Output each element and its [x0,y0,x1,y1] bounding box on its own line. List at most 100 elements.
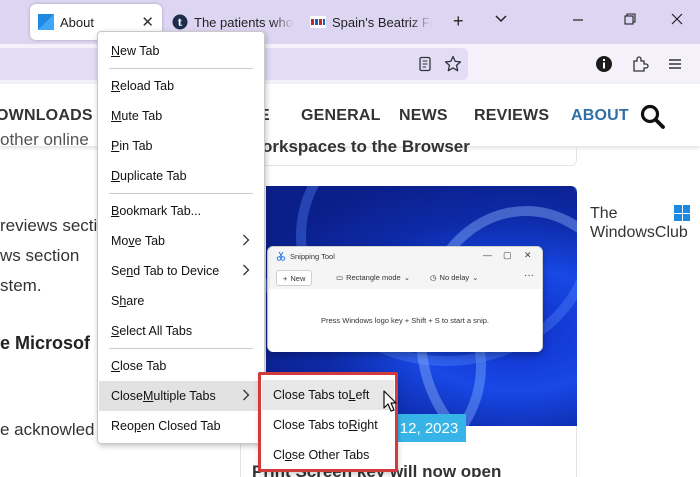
menu-item-move-tab[interactable]: Mo v e Tab [99,226,264,256]
snip-new-label: New [290,273,306,283]
snip-title: Snipping Tool [290,252,335,261]
left-text-line: ws section [0,246,80,265]
account-icon[interactable] [594,54,614,74]
menu-item-label-part: N [111,44,121,58]
menu-item-label-part: eload Tab [120,79,175,93]
bookmark-star-icon[interactable] [443,54,463,74]
snip-minimize-button[interactable]: — [483,250,492,260]
site-favicon-icon: t [172,14,188,30]
menu-item-reload-tab[interactable]: Reload Tab [99,71,264,101]
menu-item-label-part: ultiple Tabs [153,389,216,403]
tab-title: About [60,14,94,30]
nav-general[interactable]: GENERAL [301,107,381,125]
menu-item-mute-tab[interactable]: Mute Tab [99,101,264,131]
snip-mode-label: Rectangle mode [346,273,401,282]
menu-item-label-part: uplicate Tab [120,169,187,183]
app-menu-icon[interactable] [665,54,685,74]
menu-item-label-part: d Tab to Device [133,264,220,278]
menu-separator [109,68,253,69]
menu-item-label-part: S [111,294,120,308]
snip-maximize-button[interactable]: ▢ [503,250,512,261]
snip-instructions: Press Windows logo key + Shift + S to st… [268,289,542,352]
menu-item-label-part: are [126,294,145,308]
menu-item-label-part: lose Tab [120,359,167,373]
left-text-line: e acknowled [0,420,95,439]
close-tab-icon[interactable]: ✕ [141,13,154,31]
snip-delay-label: No delay [439,273,470,282]
snip-toolbar: + New ▭ Rectangle mode ⌄ ◷ No delay ⌄ ··… [268,267,542,289]
snip-titlebar: Snipping Tool — ▢ ✕ [268,247,542,265]
nav-downloads[interactable]: OWNLOADS [0,107,93,125]
menu-item-label-part: P [111,139,120,153]
menu-item-reopen-closed-tab[interactable]: Reo p en Closed Tab [99,411,264,441]
menu-item-label-part: h [119,294,127,308]
clock-icon: ◷ [430,273,437,282]
list-all-tabs-button[interactable] [494,8,508,30]
nav-news[interactable]: NEWS [399,107,448,125]
snip-mode-dropdown[interactable]: ▭ Rectangle mode ⌄ [336,273,410,282]
tab-fade [272,4,294,40]
chevron-right-icon [243,389,250,401]
left-text-line: reviews sectio [0,216,107,235]
chevron-right-icon [243,264,250,276]
chevron-right-icon [243,234,250,246]
menu-item-label-part: Se [111,264,127,278]
tab-context-menu: New Tab Reload Tab Mute Tab Pin Tab Dupl… [97,31,265,444]
menu-item-label-part: Close [111,389,143,403]
menu-item-label-part: D [111,169,121,183]
tab-spain[interactable]: Spain's Beatriz Fla [310,4,432,40]
chevron-down-icon: ⌄ [403,273,411,282]
restore-button[interactable] [623,9,637,31]
snip-more-button[interactable]: ··· [524,270,534,281]
menu-item-label-part: M [111,109,122,123]
menu-item-duplicate-tab[interactable]: Duplicate Tab [99,161,264,191]
logo-line: WindowsClub [590,224,688,241]
nav-reviews[interactable]: REVIEWS [474,107,549,125]
date-badge: 12, 2023 [392,414,466,442]
menu-item-label-part: ookmark Tab... [119,204,202,218]
svg-text:t: t [178,18,183,29]
search-icon[interactable] [640,104,666,135]
snip-new-button[interactable]: + New [276,270,313,286]
plus-icon: + [283,273,288,283]
article-card-top [240,148,577,166]
menu-item-new-tab[interactable]: New Tab [99,36,264,66]
close-window-button[interactable] [670,9,684,31]
mouse-cursor-icon [383,390,397,412]
menu-item-label-part: Mo [111,234,129,248]
menu-item-label-part: S [111,324,120,338]
tab-fade [410,4,432,40]
menu-separator [109,348,253,349]
menu-item-label-part: en Closed Tab [140,419,221,433]
menu-item-label-part: ew Tab [120,44,160,58]
menu-item-label-part: e Tab [134,234,165,248]
reader-view-icon[interactable] [415,54,435,74]
annotation-highlight-box [258,372,398,472]
menu-item-label-part: elect All Tabs [119,324,193,338]
menu-item-bookmark-tab[interactable]: Bookmark Tab... [99,196,264,226]
chevron-down-icon: ⌄ [472,273,479,282]
menu-item-label-part: C [111,359,121,373]
new-tab-button[interactable]: + [453,10,464,32]
left-text-line: other online [0,130,89,149]
menu-item-pin-tab[interactable]: Pin Tab [99,131,264,161]
menu-item-close-tab[interactable]: Close Tab [99,351,264,381]
snip-close-button[interactable]: ✕ [524,250,532,261]
menu-item-share[interactable]: Sh are [99,286,264,316]
menu-item-label-part: Reo [111,419,134,433]
rectangle-icon: ▭ [336,273,344,282]
snip-delay-dropdown[interactable]: ◷ No delay ⌄ [430,273,478,282]
snipping-tool-window: Snipping Tool — ▢ ✕ + New ▭ Rectangle mo… [267,246,543,352]
nav-about[interactable]: ABOUT [571,107,629,125]
windows-logo-icon [674,205,690,221]
left-text-line: stem. [0,276,42,295]
minimize-button[interactable] [571,9,585,31]
menu-item-label-part: p [133,419,141,433]
scissors-icon [276,251,286,263]
extensions-icon[interactable] [630,54,650,74]
menu-item-close-multiple-tabs[interactable]: Close Multiple Tabs [99,381,264,411]
left-heading: e Microsof [0,333,91,353]
menu-item-label-part: M [142,389,154,403]
menu-item-select-all-tabs[interactable]: Select All Tabs [99,316,264,346]
menu-item-send-tab-to-device[interactable]: Se n d Tab to Device [99,256,264,286]
